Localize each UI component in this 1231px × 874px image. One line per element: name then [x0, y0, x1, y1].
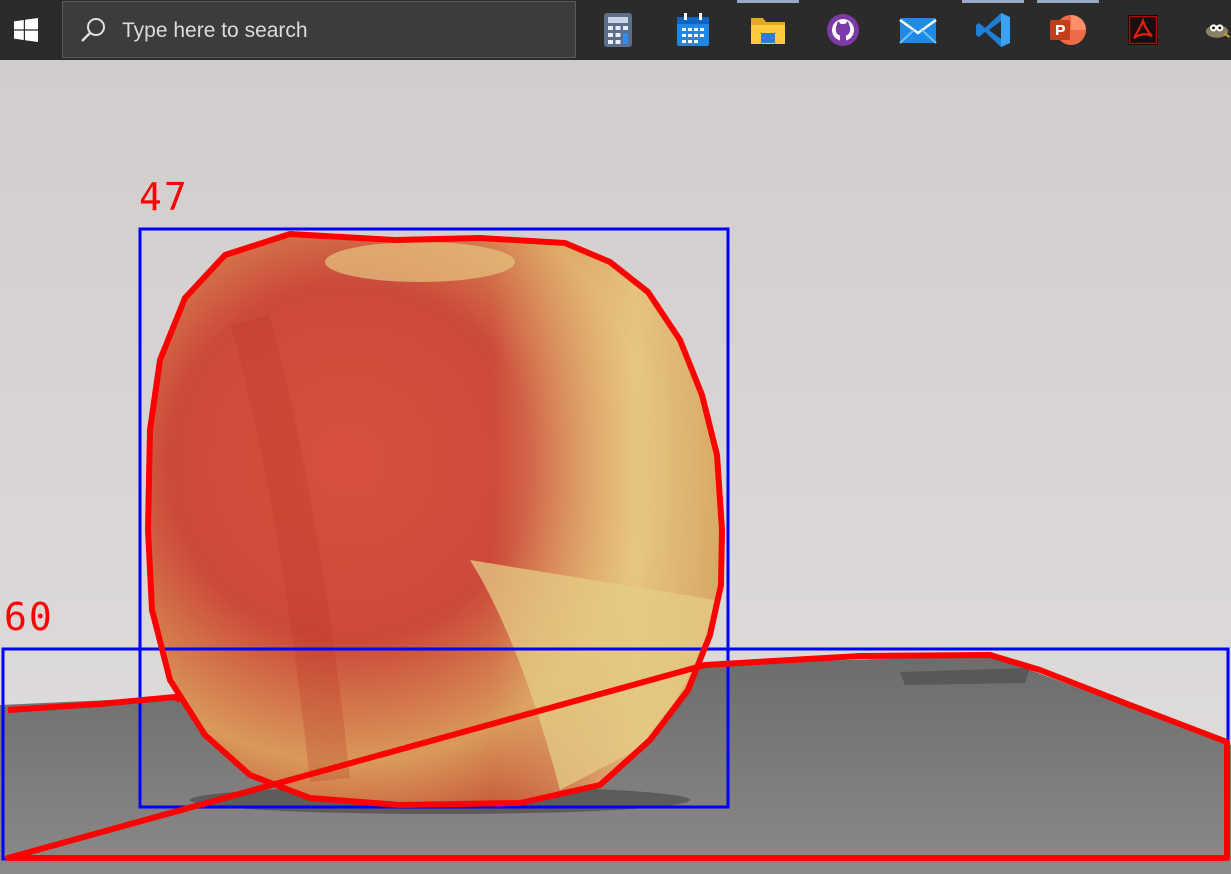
search-icon — [81, 18, 105, 42]
taskbar-app-calculator[interactable] — [587, 0, 649, 60]
start-button[interactable] — [0, 0, 52, 60]
apple — [148, 234, 722, 805]
running-indicator — [737, 0, 799, 3]
acrobat-icon — [1128, 15, 1158, 45]
taskbar-app-powerpoint[interactable] — [1037, 0, 1099, 60]
running-indicator — [1037, 0, 1099, 3]
gimp-icon — [1205, 24, 1231, 38]
taskbar: Type here to search — [0, 0, 1231, 60]
annotated-photo: 47 60 — [0, 60, 1231, 874]
file-explorer-icon — [751, 18, 785, 44]
github-desktop-icon — [827, 14, 859, 46]
detection-label-47: 47 — [139, 175, 189, 219]
calculator-icon — [604, 13, 632, 47]
taskbar-app-acrobat[interactable] — [1112, 0, 1174, 60]
vscode-icon — [976, 13, 1010, 47]
running-indicator — [962, 0, 1024, 3]
powerpoint-icon — [1050, 15, 1086, 45]
taskbar-app-gimp[interactable] — [1187, 0, 1231, 60]
taskbar-app-github-desktop[interactable] — [812, 0, 874, 60]
mail-icon — [899, 18, 937, 44]
windows-logo-icon — [14, 18, 38, 42]
calendar-icon — [677, 13, 709, 46]
detection-label-60: 60 — [4, 595, 54, 639]
taskbar-app-file-explorer[interactable] — [737, 0, 799, 60]
taskbar-app-vscode[interactable] — [962, 0, 1024, 60]
taskbar-app-calendar[interactable] — [662, 0, 724, 60]
taskbar-app-mail[interactable] — [887, 0, 949, 60]
search-placeholder: Type here to search — [122, 19, 308, 42]
taskbar-search-box[interactable]: Type here to search — [62, 1, 576, 58]
